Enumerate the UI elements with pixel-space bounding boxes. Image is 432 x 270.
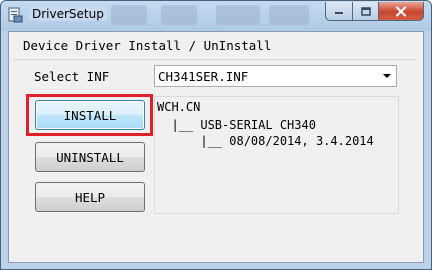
help-button[interactable]: HELP: [35, 182, 145, 212]
driver-version-line: |__ 08/08/2014, 3.4.2014: [157, 134, 374, 148]
uninstall-button[interactable]: UNINSTALL: [35, 142, 145, 172]
background-blur-shape: [269, 5, 309, 25]
driver-setup-app-icon: [8, 7, 23, 23]
select-inf-label: Select INF: [34, 69, 110, 84]
driver-vendor-line: WCH.CN: [157, 100, 201, 114]
window-title: DriverSetup: [29, 7, 107, 21]
driver-info-panel: WCH.CN |__ USB-SERIAL CH340 |__ 08/08/20…: [154, 96, 399, 214]
maximize-button[interactable]: [352, 2, 378, 21]
inf-select-value: CH341SER.INF: [158, 69, 249, 84]
inf-select-dropdown[interactable]: CH341SER.INF: [154, 65, 397, 87]
group-title: Device Driver Install / UnInstall: [23, 38, 272, 53]
close-icon: [395, 5, 407, 17]
group-divider: [14, 59, 416, 60]
dropdown-arrow-icon[interactable]: [383, 74, 391, 78]
driver-device-line: |__ USB-SERIAL CH340: [157, 118, 316, 132]
close-button[interactable]: [378, 2, 424, 21]
title-bar[interactable]: DriverSetup: [1, 1, 431, 31]
minimize-button[interactable]: [325, 2, 352, 21]
background-blur-shape: [161, 5, 197, 25]
maximize-icon: [360, 6, 371, 16]
minimize-icon: [335, 12, 343, 14]
background-blur-shape: [216, 5, 260, 25]
install-highlight-box: [26, 94, 153, 136]
background-blur-shape: [111, 5, 147, 25]
